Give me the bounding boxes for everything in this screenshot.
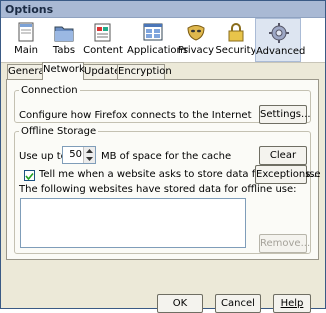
network-panel: Connection Configure how Firefox connect…: [6, 79, 321, 260]
offline-sites-list[interactable]: [20, 198, 246, 248]
connection-legend: Connection: [21, 85, 78, 96]
offline-storage-group: Offline Storage Use up to 50 MB of space…: [14, 126, 321, 254]
gear-icon: [269, 23, 289, 43]
clear-now-button[interactable]: Clear Now: [259, 146, 307, 178]
window-title: Options: [5, 3, 54, 16]
toolbar-label: Content: [83, 45, 123, 56]
stored-sites-label: The following websites have stored data …: [19, 184, 297, 195]
tab-update[interactable]: Update: [83, 64, 120, 79]
toolbar-security[interactable]: Security: [213, 18, 259, 62]
toolbar-advanced[interactable]: Advanced: [255, 18, 306, 62]
toolbar-content[interactable]: Content: [80, 18, 126, 62]
connection-group: Connection Configure how Firefox connect…: [14, 85, 311, 124]
applications-icon: [143, 23, 163, 41]
content-page-icon: [94, 23, 111, 42]
cache-size-value: 50: [69, 149, 82, 160]
settings-button[interactable]: Settings...: [259, 105, 311, 124]
toolbar-label: Advanced: [256, 46, 306, 57]
cancel-button[interactable]: Cancel: [215, 294, 261, 313]
use-up-to-label: Use up to: [19, 151, 67, 162]
ok-button[interactable]: OK: [157, 294, 203, 313]
toolbar-label: Security: [215, 45, 257, 56]
tell-me-checkbox[interactable]: [24, 170, 35, 181]
cache-suffix-label: MB of space for the cache: [101, 151, 232, 162]
window-icon: [18, 22, 34, 42]
title-bar: Options: [1, 1, 325, 18]
tab-encryption[interactable]: Encryption: [117, 64, 172, 79]
remove-button: Remove...: [259, 234, 310, 253]
exceptions-button[interactable]: Exceptions...: [255, 165, 320, 184]
preferences-toolbar: Main Tabs Content Applications Privacy S…: [1, 18, 325, 63]
tab-network[interactable]: Network: [42, 62, 85, 80]
mask-icon: [187, 25, 205, 41]
toolbar-applications[interactable]: Applications: [127, 18, 189, 62]
tab-general[interactable]: General: [7, 64, 47, 79]
lock-icon: [228, 23, 244, 42]
connection-description: Configure how Firefox connects to the In…: [19, 110, 252, 121]
cache-size-spinner[interactable]: 50: [62, 146, 96, 164]
help-button[interactable]: Help: [273, 294, 311, 313]
tabs-folder-icon: [54, 26, 74, 42]
toolbar-label: Applications: [127, 45, 189, 56]
offline-storage-legend: Offline Storage: [21, 126, 97, 137]
checkmark-icon: [25, 172, 34, 181]
options-window: Options Main Tabs Content Applications P…: [0, 0, 326, 313]
spinner-arrows-icon[interactable]: [83, 147, 95, 163]
